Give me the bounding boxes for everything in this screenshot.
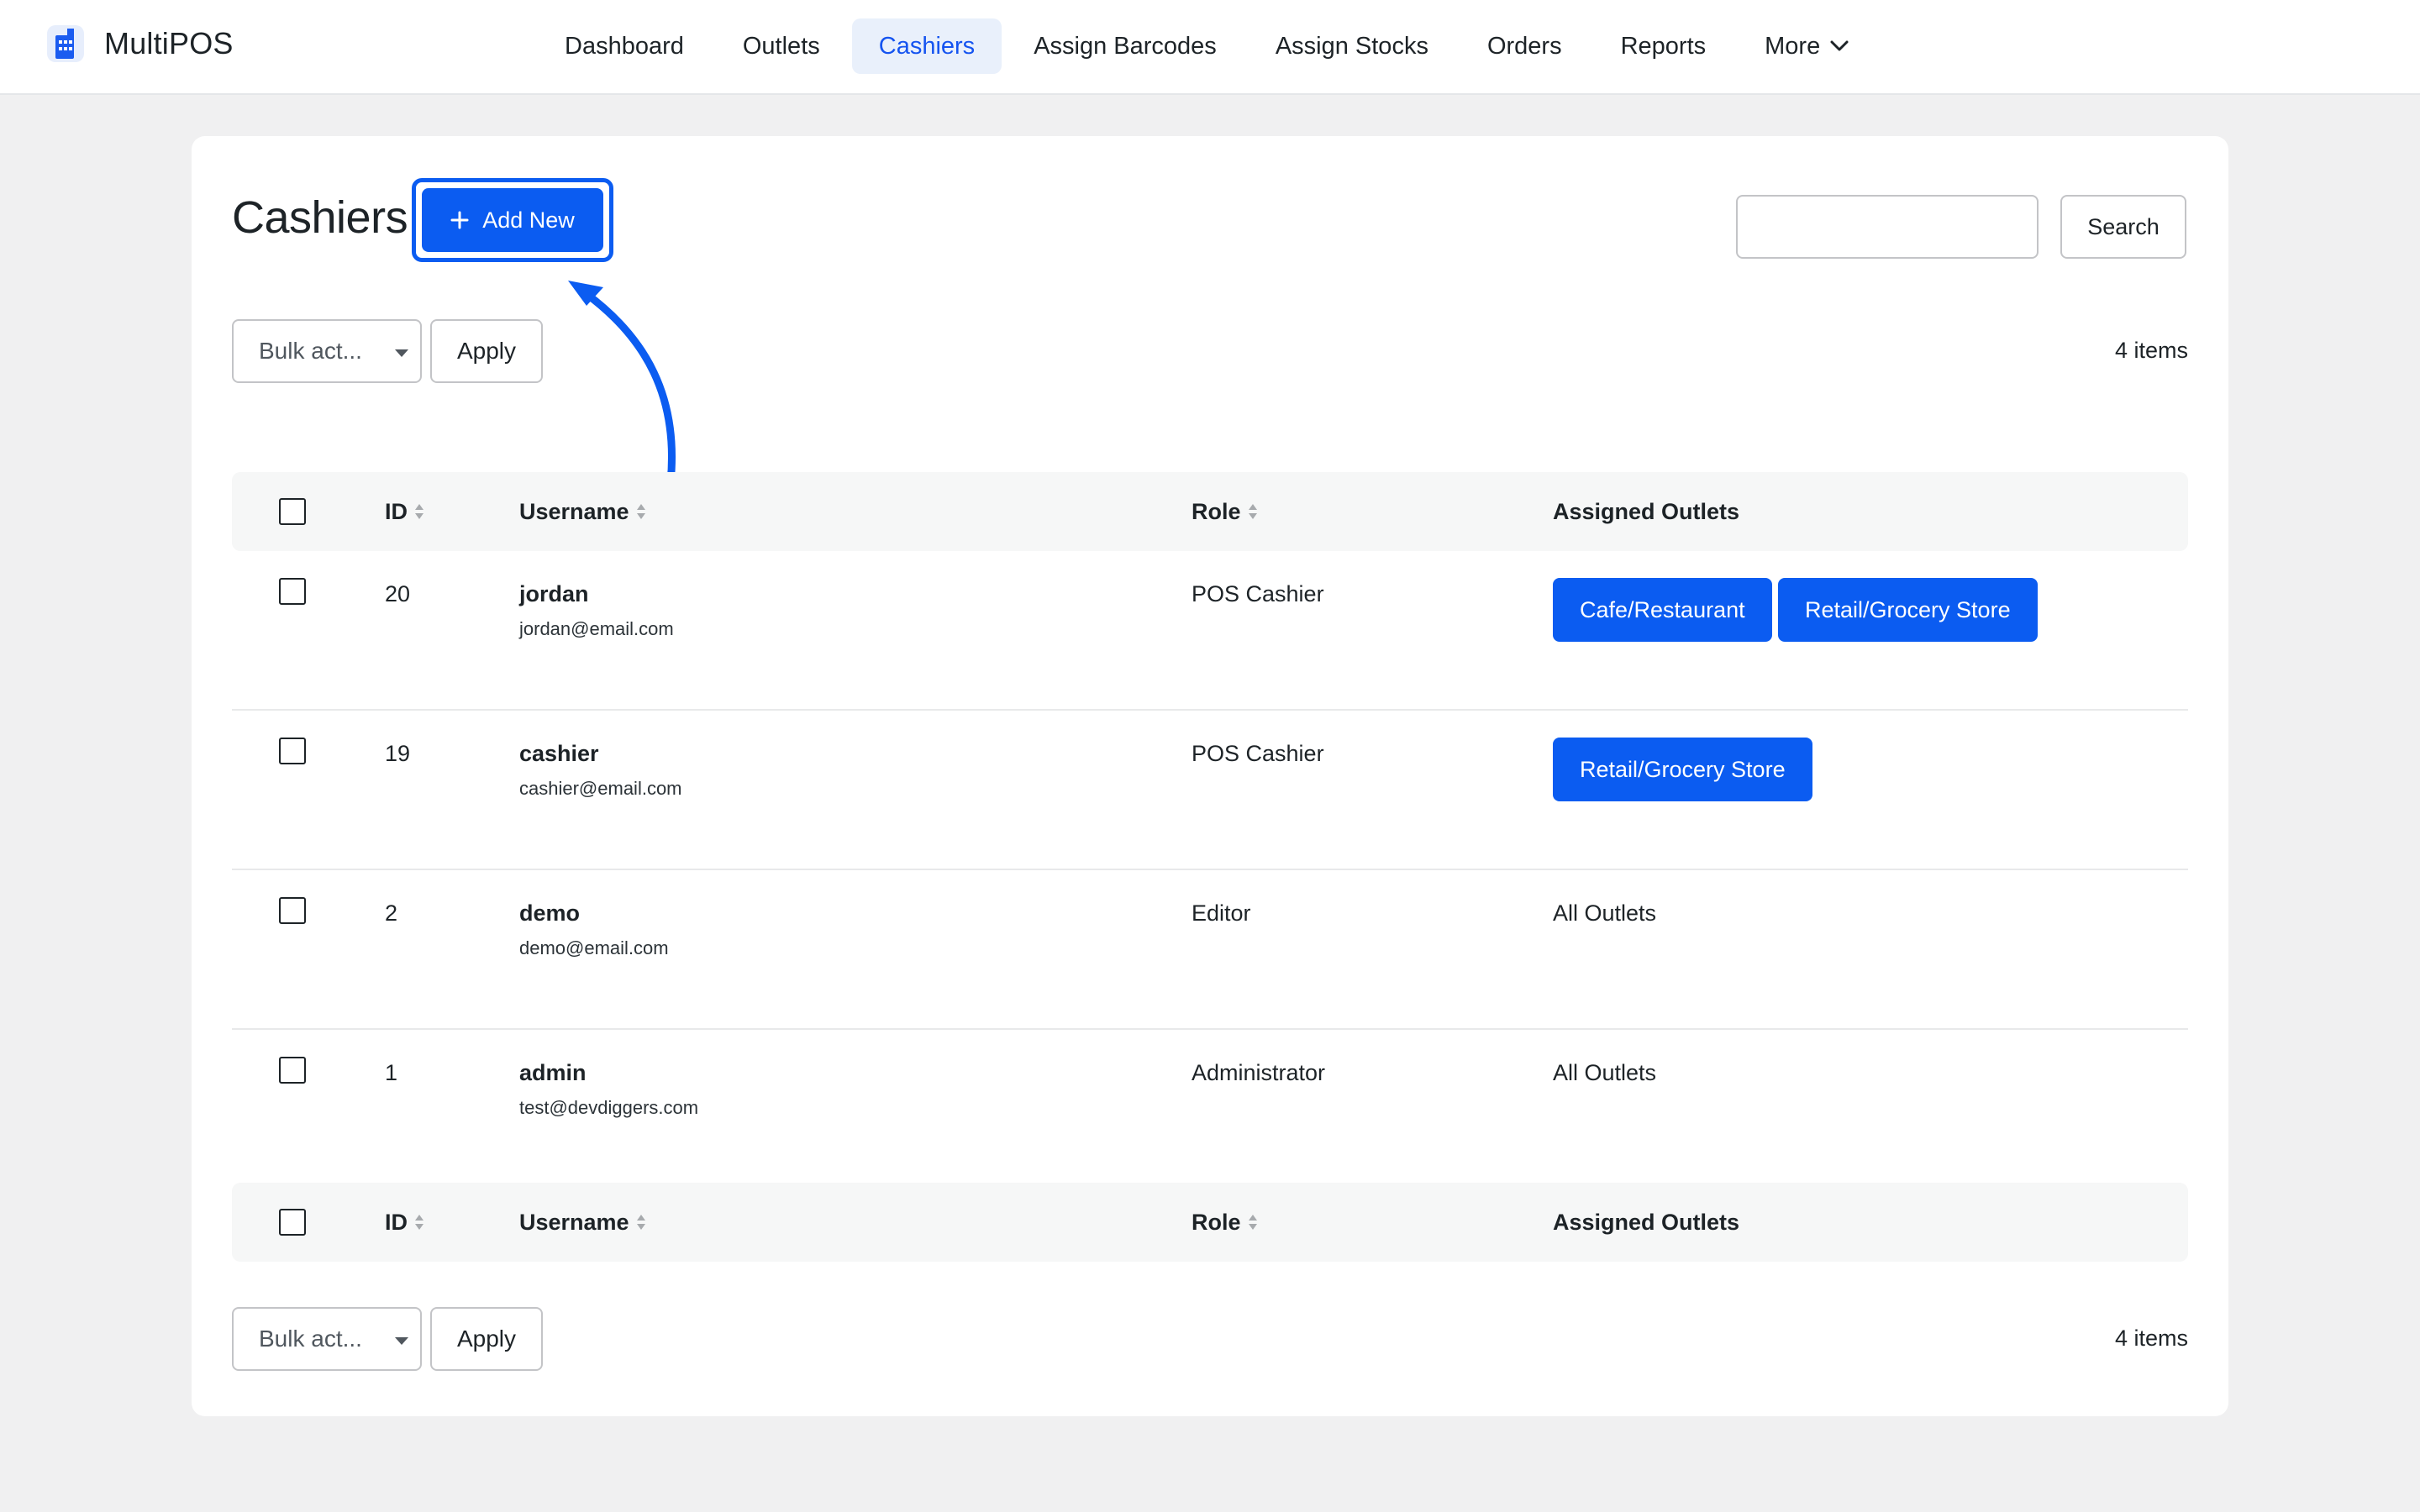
row-username[interactable]: admin [519, 1060, 587, 1086]
nav-dashboard[interactable]: Dashboard [538, 18, 711, 74]
column-role-label: Role [1192, 498, 1241, 524]
page-title: Cashiers [232, 192, 408, 243]
outlet-tag[interactable]: Cafe/Restaurant [1553, 578, 1772, 642]
caret-down-icon [395, 349, 408, 357]
sort-icon [415, 504, 424, 519]
row-username[interactable]: demo [519, 900, 580, 927]
bulk-actions-select-top[interactable]: Bulk act... [232, 319, 422, 383]
apply-button-bottom[interactable]: Apply [430, 1307, 543, 1371]
search-button[interactable]: Search [2060, 195, 2186, 259]
nav-assign-stocks[interactable]: Assign Stocks [1249, 18, 1455, 74]
cashiers-panel: Cashiers Add New Search Bulk act... Appl… [192, 136, 2228, 1416]
nav-cashiers[interactable]: Cashiers [851, 18, 1002, 74]
items-count-bottom: 4 items [2114, 1326, 2188, 1351]
column-username-label: Username [519, 498, 629, 524]
sort-icon [415, 1215, 424, 1230]
column-username-label: Username [519, 1209, 629, 1235]
bulk-actions-label: Bulk act... [259, 1326, 362, 1352]
row-role: Editor [1192, 900, 1251, 926]
outlet-tag[interactable]: Retail/Grocery Store [1553, 738, 1812, 801]
plus-icon [450, 211, 469, 229]
items-count-top: 4 items [2114, 338, 2188, 363]
table-header: ID Username Role Assigned Outlets [232, 472, 2188, 551]
row-username[interactable]: cashier [519, 741, 599, 767]
column-assigned-outlets: Assigned Outlets [1553, 498, 1740, 524]
table-footer: ID Username Role Assigned Outlets [232, 1183, 2188, 1262]
search-input[interactable] [1736, 195, 2039, 259]
column-id-label: ID [385, 498, 408, 524]
column-role[interactable]: Role [1192, 1183, 1258, 1262]
column-role-label: Role [1192, 1209, 1241, 1235]
add-new-button[interactable]: Add New [422, 188, 603, 252]
row-id: 1 [385, 1060, 398, 1085]
main-nav: Dashboard Outlets Cashiers Assign Barcod… [538, 18, 1881, 74]
nav-outlets[interactable]: Outlets [716, 18, 847, 74]
outlet-tag[interactable]: Retail/Grocery Store [1778, 578, 2038, 642]
table-row: 20 jordan jordan@email.com POS Cashier C… [232, 551, 2188, 711]
row-checkbox[interactable] [279, 578, 306, 605]
nav-reports[interactable]: Reports [1594, 18, 1733, 74]
row-outlets: All Outlets [1553, 900, 1657, 926]
top-navigation-bar: MultiPOS Dashboard Outlets Cashiers Assi… [0, 0, 2420, 95]
nav-more-label: More [1765, 33, 1821, 60]
nav-more[interactable]: More [1738, 18, 1876, 74]
row-checkbox[interactable] [279, 738, 306, 764]
add-new-label: Add New [482, 207, 575, 233]
column-id-label: ID [385, 1209, 408, 1235]
column-role[interactable]: Role [1192, 472, 1258, 551]
store-icon [47, 25, 84, 62]
select-all-checkbox[interactable] [279, 1209, 306, 1236]
row-id: 2 [385, 900, 398, 926]
column-id[interactable]: ID [385, 472, 424, 551]
column-username[interactable]: Username [519, 1183, 646, 1262]
row-email: jordan@email.com [519, 618, 674, 639]
sort-icon [1248, 504, 1257, 519]
sort-icon [636, 504, 645, 519]
row-role: POS Cashier [1192, 581, 1324, 606]
row-role: POS Cashier [1192, 741, 1324, 766]
row-username[interactable]: jordan [519, 581, 589, 607]
bulk-actions-label: Bulk act... [259, 338, 362, 364]
row-outlets: All Outlets [1553, 1060, 1657, 1085]
row-id: 19 [385, 741, 411, 766]
table-row: 19 cashier cashier@email.com POS Cashier… [232, 711, 2188, 870]
brand[interactable]: MultiPOS [44, 22, 234, 66]
column-id[interactable]: ID [385, 1183, 424, 1262]
caret-down-icon [395, 1337, 408, 1345]
chevron-down-icon [1830, 40, 1849, 51]
row-id: 20 [385, 581, 411, 606]
sort-icon [1248, 1215, 1257, 1230]
bulk-actions-select-bottom[interactable]: Bulk act... [232, 1307, 422, 1371]
row-email: demo@email.com [519, 937, 669, 958]
column-username[interactable]: Username [519, 472, 646, 551]
row-email: cashier@email.com [519, 778, 682, 799]
nav-assign-barcodes[interactable]: Assign Barcodes [1007, 18, 1244, 74]
row-email: test@devdiggers.com [519, 1097, 699, 1118]
row-role: Administrator [1192, 1060, 1326, 1085]
row-checkbox[interactable] [279, 1057, 306, 1084]
nav-orders[interactable]: Orders [1460, 18, 1589, 74]
row-checkbox[interactable] [279, 897, 306, 924]
app-name: MultiPOS [104, 26, 234, 60]
sort-icon [636, 1215, 645, 1230]
table-row: 2 demo demo@email.com Editor All Outlets [232, 870, 2188, 1030]
table-row: 1 admin test@devdiggers.com Administrato… [232, 1030, 2188, 1189]
select-all-checkbox[interactable] [279, 498, 306, 525]
column-assigned-outlets: Assigned Outlets [1553, 1209, 1740, 1235]
apply-button-top[interactable]: Apply [430, 319, 543, 383]
